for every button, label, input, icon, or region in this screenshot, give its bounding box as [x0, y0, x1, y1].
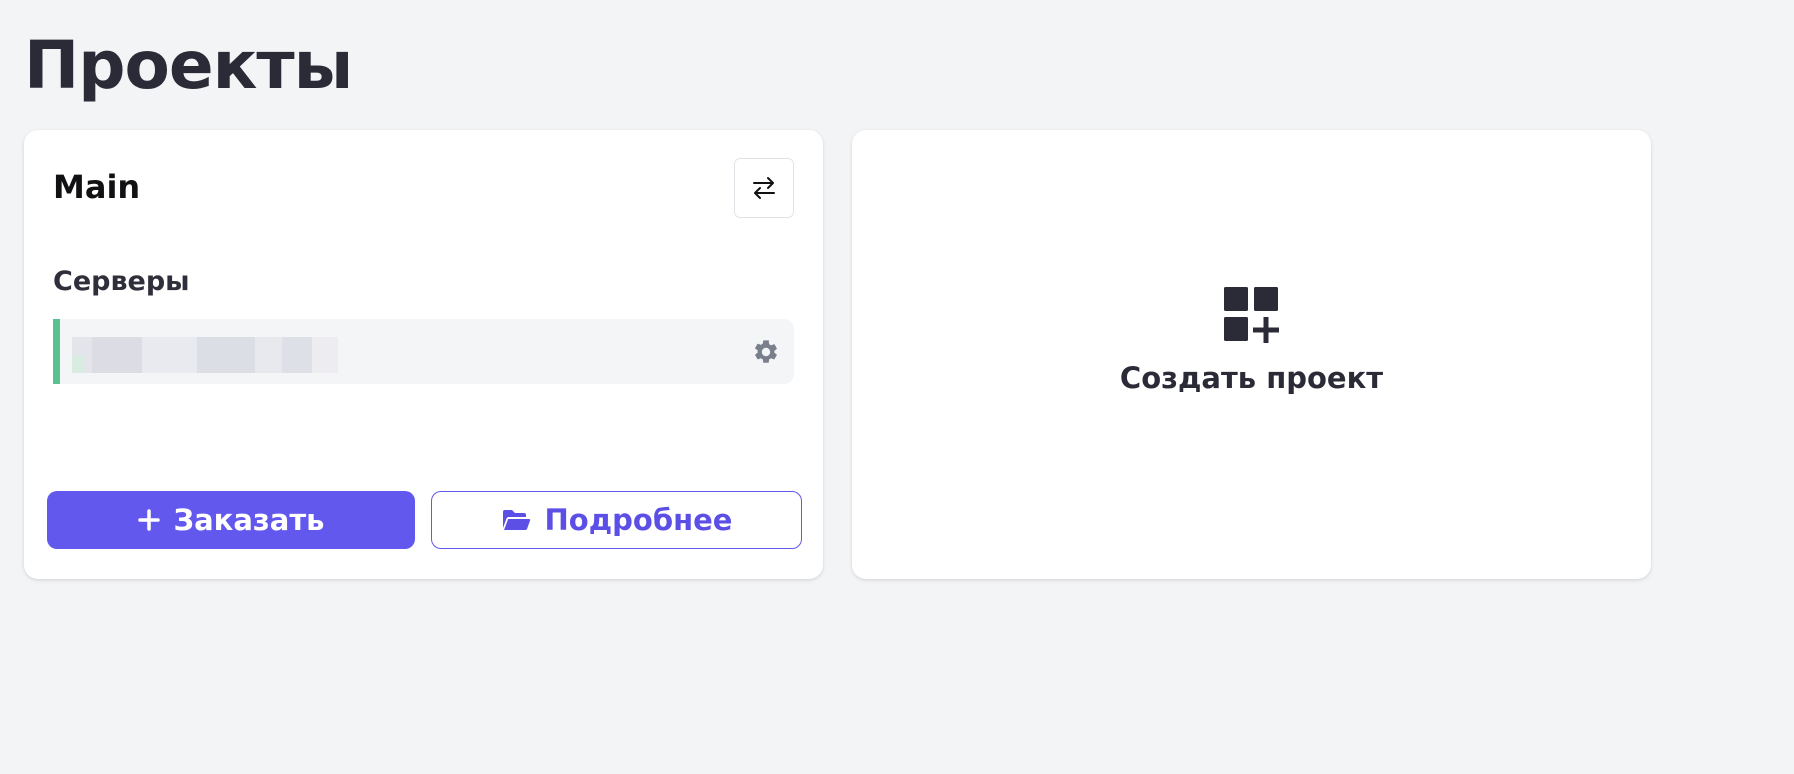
server-name-redacted [72, 337, 338, 373]
create-project-label: Создать проект [1119, 360, 1384, 395]
gear-icon[interactable] [752, 338, 780, 366]
order-button[interactable]: Заказать [47, 491, 415, 549]
order-button-label: Заказать [173, 503, 325, 537]
project-card: Main Серверы Заказать Подробнее [24, 130, 823, 579]
details-button-label: Подробнее [544, 503, 733, 537]
plus-icon [137, 509, 160, 531]
grid-plus-icon [1223, 286, 1279, 343]
page-title: Проекты [24, 27, 353, 104]
project-name: Main [53, 168, 141, 206]
switch-project-button[interactable] [734, 158, 794, 218]
swap-icon [753, 177, 775, 199]
folder-open-icon [502, 510, 530, 530]
details-button[interactable]: Подробнее [431, 491, 802, 549]
servers-heading: Серверы [53, 266, 190, 297]
server-row[interactable] [53, 319, 794, 384]
create-project-card[interactable]: Создать проект [852, 130, 1651, 579]
